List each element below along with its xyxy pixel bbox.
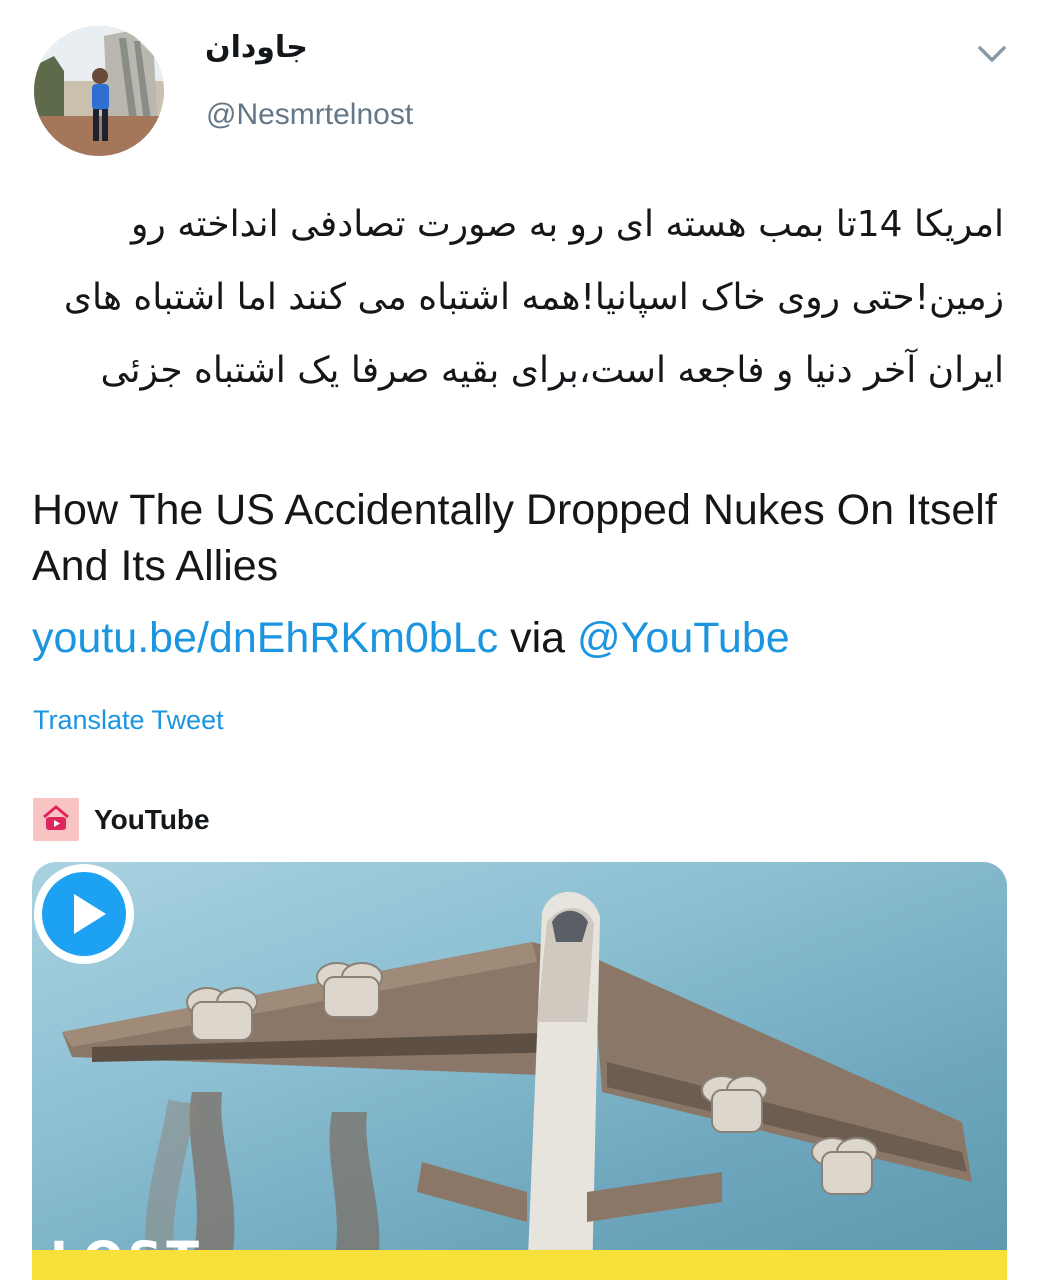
via-text: via bbox=[510, 614, 566, 662]
tweet-link-line: youtu.be/dnEhRKm0bLc via @YouTube bbox=[32, 610, 790, 666]
tweet-text-persian: امریکا 14تا بمب هسته ای رو به صورت تصادف… bbox=[63, 204, 1004, 391]
bomber-illustration bbox=[62, 891, 972, 1280]
video-thumbnail[interactable]: LOST bbox=[32, 862, 1007, 1280]
translate-tweet-button[interactable]: Translate Tweet bbox=[33, 705, 224, 736]
avatar-photo bbox=[34, 26, 164, 156]
avatar[interactable] bbox=[34, 26, 164, 156]
chevron-down-icon[interactable] bbox=[976, 38, 1008, 70]
display-name[interactable]: جاودان bbox=[205, 30, 308, 65]
youtube-mention[interactable]: @YouTube bbox=[577, 614, 790, 662]
play-icon[interactable] bbox=[32, 862, 136, 966]
thumbnail-banner bbox=[32, 1250, 1007, 1280]
video-link[interactable]: youtu.be/dnEhRKm0bLc bbox=[32, 614, 498, 662]
user-handle[interactable]: @Nesmrtelnost bbox=[206, 98, 413, 132]
card-source-label: YouTube bbox=[94, 804, 210, 835]
youtube-icon bbox=[33, 798, 79, 841]
tweet-text-english: How The US Accidentally Dropped Nukes On… bbox=[32, 486, 997, 590]
